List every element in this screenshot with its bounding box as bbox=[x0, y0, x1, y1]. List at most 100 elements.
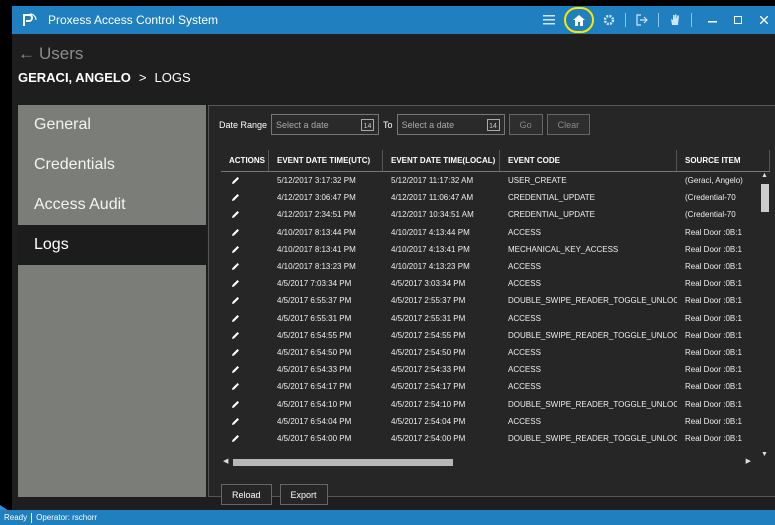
sidebar-item-label: General bbox=[34, 116, 91, 133]
edit-pencil-icon[interactable] bbox=[221, 279, 269, 288]
edit-pencil-icon[interactable] bbox=[221, 417, 269, 426]
cell-local: 4/10/2017 4:13:41 PM bbox=[391, 244, 470, 254]
column-header-utc[interactable]: EVENT DATE TIME(UTC) bbox=[269, 150, 383, 171]
column-header-local[interactable]: EVENT DATE TIME(LOCAL) bbox=[383, 150, 500, 171]
toolbar-divider bbox=[625, 13, 626, 27]
column-header-actions[interactable]: ACTIONS bbox=[221, 150, 269, 171]
edit-pencil-icon[interactable] bbox=[221, 262, 269, 271]
cell-event-code: DOUBLE_SWIPE_READER_TOGGLE_UNLOCK bbox=[508, 399, 677, 409]
vertical-scrollbar[interactable]: ▲ ▼ bbox=[761, 172, 769, 458]
table-row[interactable]: 4/10/2017 8:13:23 PM 4/10/2017 4:13:23 PM… bbox=[221, 258, 770, 275]
breadcrumb: GERACI, ANGELO > LOGS bbox=[18, 70, 191, 85]
scroll-thumb[interactable] bbox=[761, 184, 769, 212]
edit-pencil-icon[interactable] bbox=[221, 176, 269, 185]
cell-source-item: Real Door :0B:1 bbox=[685, 433, 742, 443]
horizontal-scrollbar[interactable]: ◀ ▶ bbox=[223, 458, 751, 467]
table-row[interactable]: 4/5/2017 6:54:50 PM 4/5/2017 2:54:50 PM AC… bbox=[221, 344, 770, 361]
logs-panel: Date Range Select a date 14 To Select a … bbox=[208, 105, 775, 505]
scroll-thumb[interactable] bbox=[233, 459, 453, 466]
table-row[interactable]: 4/12/2017 3:06:47 PM 4/12/2017 11:06:47 A… bbox=[221, 189, 770, 206]
logout-icon[interactable] bbox=[631, 9, 653, 31]
scroll-right-icon[interactable]: ▶ bbox=[746, 457, 751, 465]
to-date-placeholder: Select a date bbox=[401, 119, 455, 130]
cell-event-code: ACCESS bbox=[508, 365, 541, 375]
to-date-input[interactable]: Select a date 14 bbox=[396, 114, 505, 135]
column-header-source-item[interactable]: SOURCE ITEM bbox=[677, 150, 770, 171]
cell-local: 5/12/2017 11:17:32 AM bbox=[391, 176, 474, 186]
table-row[interactable]: 4/5/2017 6:54:10 PM 4/5/2017 2:54:10 PM DO… bbox=[221, 395, 770, 412]
table-row[interactable]: 4/12/2017 2:34:51 PM 4/12/2017 10:34:51 A… bbox=[221, 206, 770, 223]
cell-source-item: Real Door :0B:1 bbox=[685, 244, 742, 254]
edit-pencil-icon[interactable] bbox=[221, 382, 269, 391]
table-row[interactable]: 4/5/2017 7:03:34 PM 4/5/2017 3:03:34 PM AC… bbox=[221, 275, 770, 292]
edit-pencil-icon[interactable] bbox=[221, 314, 269, 323]
minimize-button[interactable] bbox=[701, 9, 723, 31]
edit-pencil-icon[interactable] bbox=[221, 245, 269, 254]
edit-pencil-icon[interactable] bbox=[221, 365, 269, 374]
export-button[interactable]: Export bbox=[279, 484, 328, 505]
cell-event-code: ACCESS bbox=[508, 227, 541, 237]
cell-local: 4/12/2017 10:34:51 AM bbox=[391, 210, 474, 220]
close-button[interactable] bbox=[753, 9, 775, 31]
sidebar-item-general[interactable]: General bbox=[18, 105, 206, 145]
cell-utc: 5/12/2017 3:17:32 PM bbox=[277, 176, 356, 186]
home-button[interactable] bbox=[564, 7, 594, 33]
column-header-event-code[interactable]: EVENT CODE bbox=[500, 150, 677, 171]
calendar-icon[interactable]: 14 bbox=[361, 119, 375, 131]
reload-button[interactable]: Reload bbox=[221, 484, 272, 505]
calendar-icon[interactable]: 14 bbox=[486, 119, 500, 131]
edit-pencil-icon[interactable] bbox=[221, 228, 269, 237]
table-body: 5/12/2017 3:17:32 PM 5/12/2017 11:17:32 A… bbox=[221, 172, 770, 447]
cell-utc: 4/5/2017 6:55:37 PM bbox=[277, 296, 352, 306]
operator-text: Operator: rschorr bbox=[36, 513, 98, 522]
table-row[interactable]: 4/10/2017 8:13:44 PM 4/10/2017 4:13:44 PM… bbox=[221, 224, 770, 241]
clear-button[interactable]: Clear bbox=[546, 114, 591, 135]
app-logo-icon bbox=[18, 10, 40, 30]
edit-pencil-icon[interactable] bbox=[221, 348, 269, 357]
table-row[interactable]: 4/5/2017 6:54:33 PM 4/5/2017 2:54:33 PM AC… bbox=[221, 361, 770, 378]
maximize-button[interactable] bbox=[727, 9, 749, 31]
table-row[interactable]: 4/5/2017 6:54:00 PM 4/5/2017 2:54:00 PM DO… bbox=[221, 430, 770, 447]
edit-pencil-icon[interactable] bbox=[221, 210, 269, 219]
edit-pencil-icon[interactable] bbox=[221, 193, 269, 202]
cell-local: 4/5/2017 2:55:37 PM bbox=[391, 296, 466, 306]
cell-local: 4/12/2017 11:06:47 AM bbox=[391, 193, 474, 203]
date-range-label: Date Range bbox=[219, 119, 268, 130]
cell-utc: 4/10/2017 8:13:23 PM bbox=[277, 262, 356, 272]
edit-pencil-icon[interactable] bbox=[221, 434, 269, 443]
cell-utc: 4/12/2017 3:06:47 PM bbox=[277, 193, 356, 203]
back-label: Users bbox=[39, 44, 84, 63]
table-row[interactable]: 4/5/2017 6:54:17 PM 4/5/2017 2:54:17 PM AC… bbox=[221, 378, 770, 395]
scroll-down-icon[interactable]: ▼ bbox=[761, 451, 768, 458]
scroll-left-icon[interactable]: ◀ bbox=[223, 457, 228, 465]
sidebar-item-credentials[interactable]: Credentials bbox=[18, 145, 206, 185]
edit-pencil-icon[interactable] bbox=[221, 331, 269, 340]
menu-icon[interactable] bbox=[538, 9, 560, 31]
home-icon bbox=[573, 14, 585, 26]
cell-source-item: Real Door :0B:1 bbox=[685, 382, 742, 392]
table-row[interactable]: 4/5/2017 6:54:55 PM 4/5/2017 2:54:55 PM DO… bbox=[221, 327, 770, 344]
cell-source-item: (Credential-70 bbox=[685, 193, 736, 203]
edit-pencil-icon[interactable] bbox=[221, 400, 269, 409]
go-button[interactable]: Go bbox=[508, 114, 543, 135]
from-date-placeholder: Select a date bbox=[276, 119, 329, 130]
gear-icon[interactable] bbox=[598, 9, 620, 31]
scroll-up-icon[interactable]: ▲ bbox=[761, 172, 768, 179]
title-bar: Proxess Access Control System bbox=[12, 6, 775, 34]
cell-local: 4/5/2017 2:54:33 PM bbox=[391, 365, 466, 375]
sidebar-item-logs[interactable]: Logs bbox=[18, 225, 206, 265]
table-row[interactable]: 4/5/2017 6:54:04 PM 4/5/2017 2:54:04 PM AC… bbox=[221, 413, 770, 430]
table-row[interactable]: 4/10/2017 8:13:41 PM 4/10/2017 4:13:41 PM… bbox=[221, 241, 770, 258]
cell-utc: 4/5/2017 6:54:17 PM bbox=[277, 382, 352, 392]
sidebar-item-access-audit[interactable]: Access Audit bbox=[18, 185, 206, 225]
back-link[interactable]: ← Users bbox=[18, 44, 83, 64]
table-row[interactable]: 4/5/2017 6:55:31 PM 4/5/2017 2:55:31 PM AC… bbox=[221, 310, 770, 327]
cell-local: 4/5/2017 3:03:34 PM bbox=[391, 279, 466, 289]
cell-local: 4/10/2017 4:13:44 PM bbox=[391, 227, 470, 237]
table-row[interactable]: 5/12/2017 3:17:32 PM 5/12/2017 11:17:32 A… bbox=[221, 172, 770, 189]
hand-icon[interactable] bbox=[664, 9, 686, 31]
edit-pencil-icon[interactable] bbox=[221, 296, 269, 305]
cell-event-code: ACCESS bbox=[508, 313, 541, 323]
table-row[interactable]: 4/5/2017 6:55:37 PM 4/5/2017 2:55:37 PM DO… bbox=[221, 292, 770, 309]
from-date-input[interactable]: Select a date 14 bbox=[271, 114, 380, 135]
